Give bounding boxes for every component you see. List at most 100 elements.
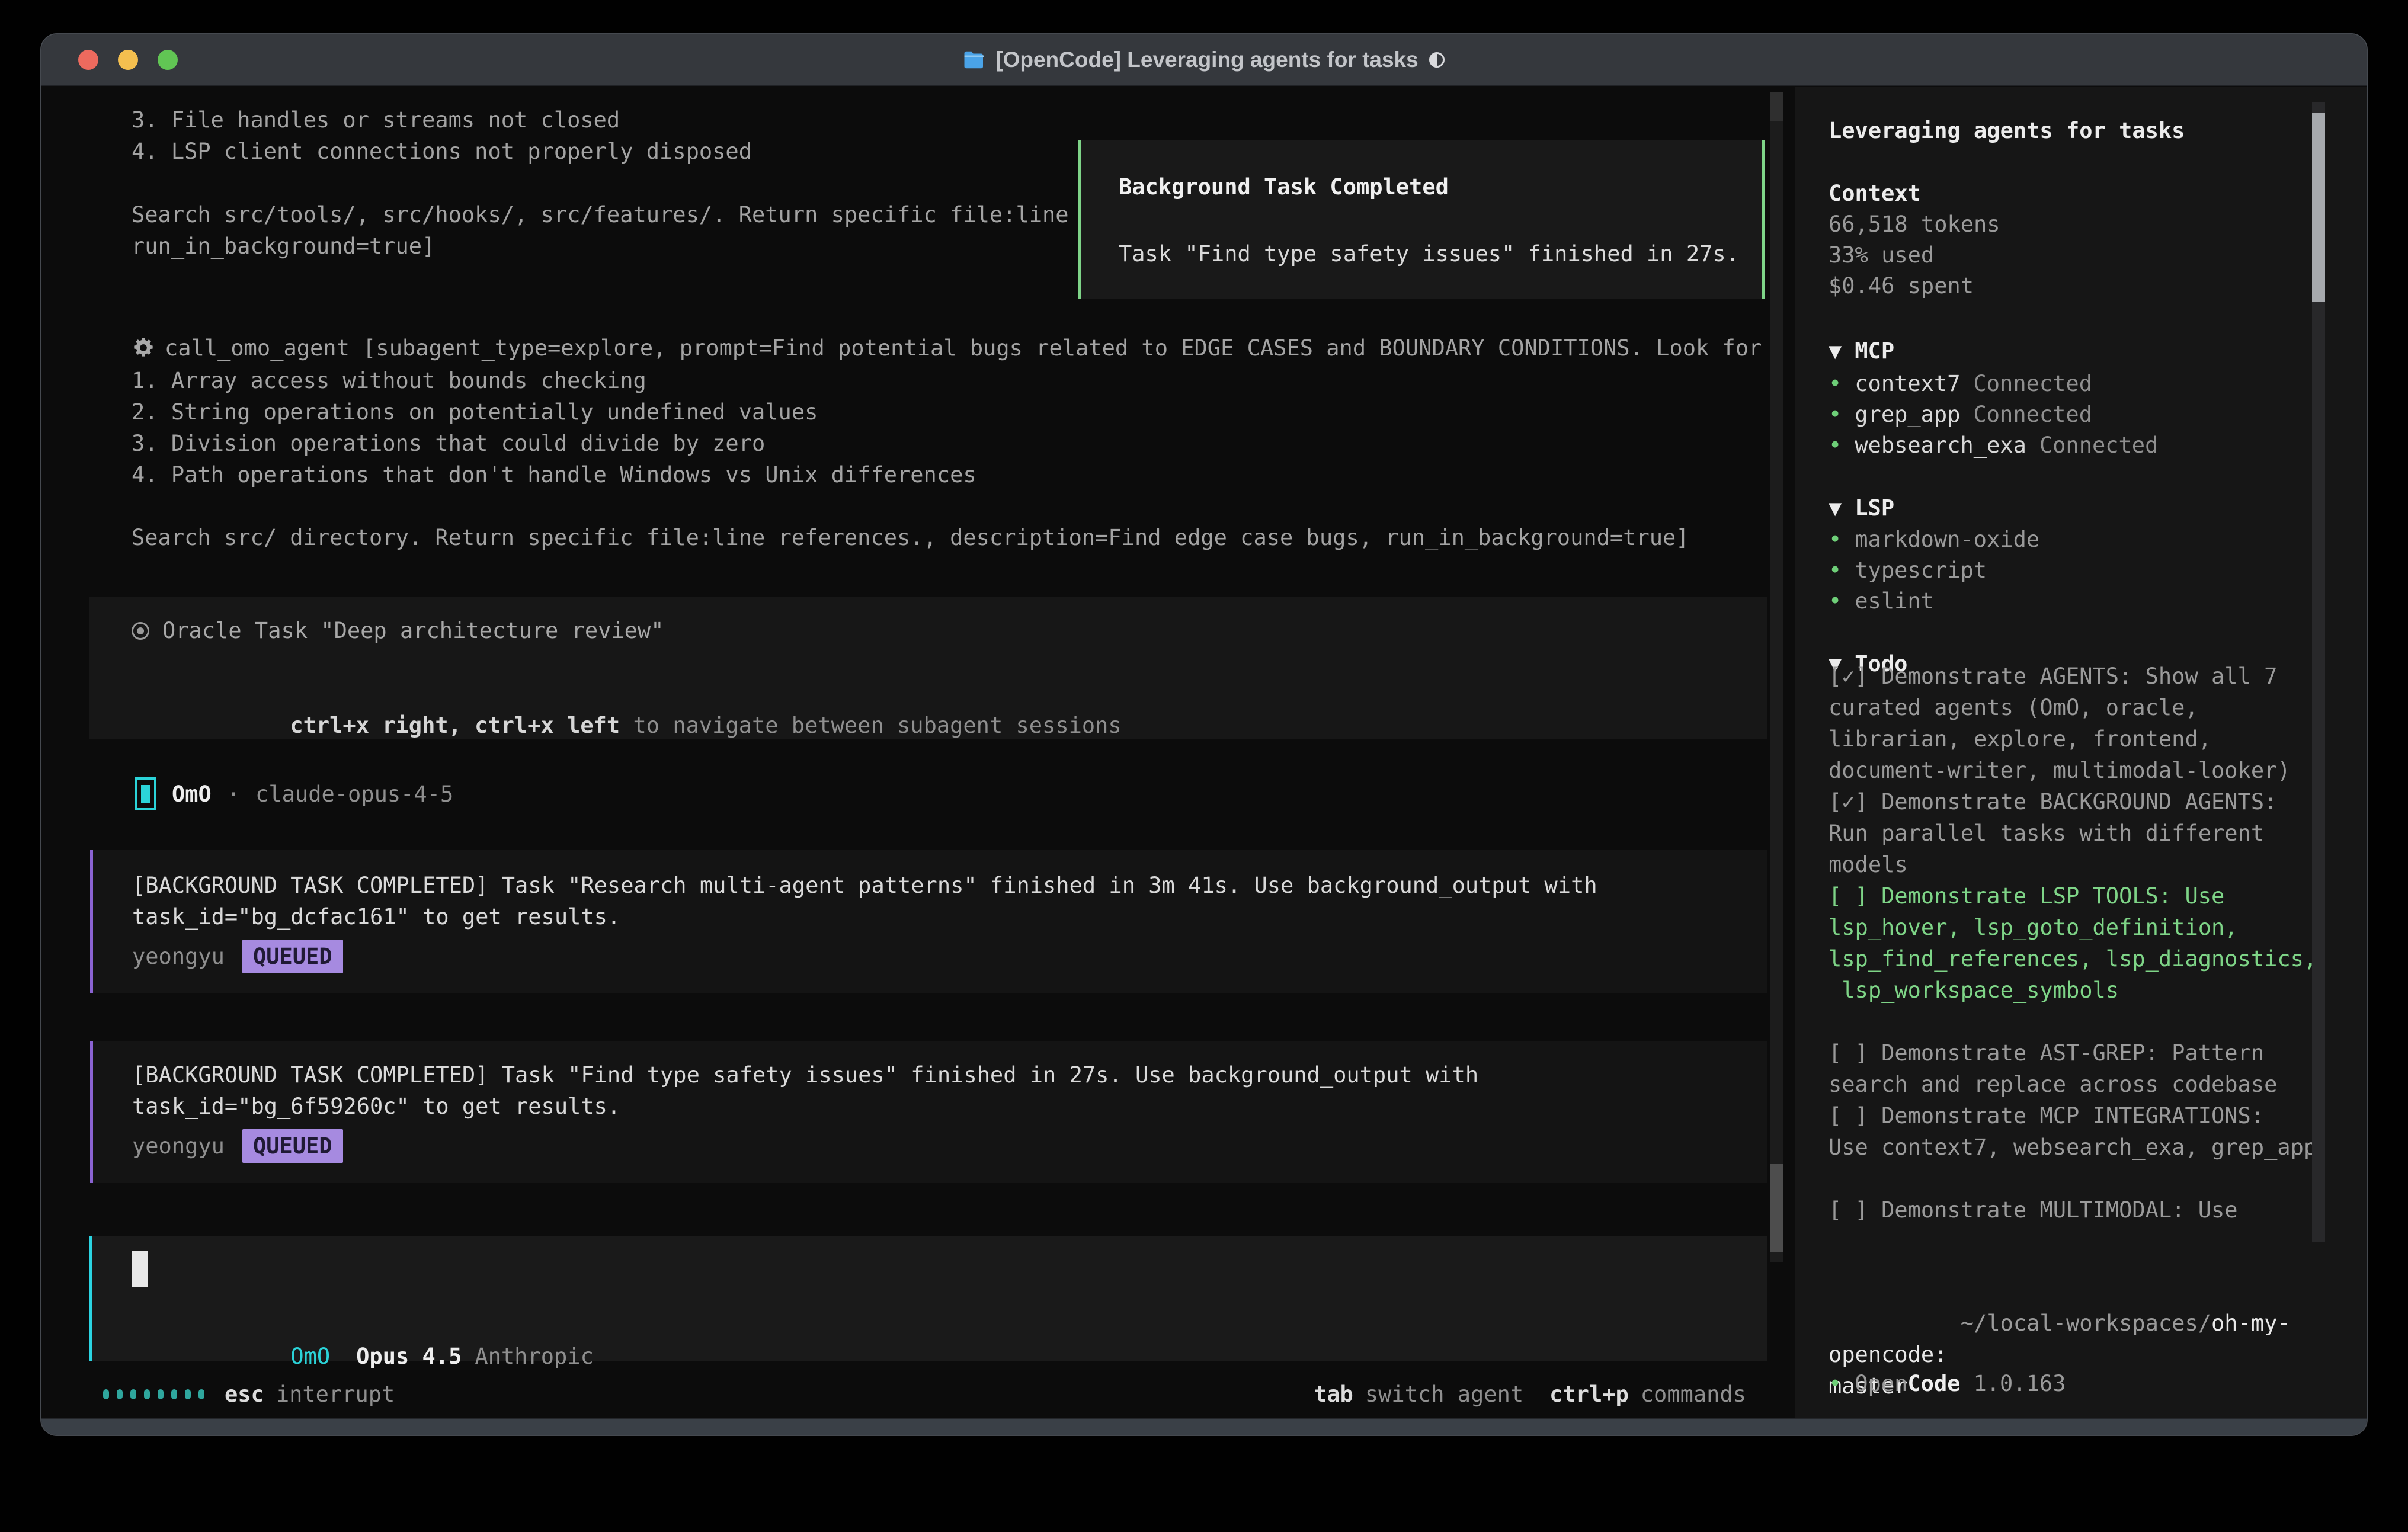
task-user: yeongyu: [132, 941, 225, 972]
lsp-item: • markdown-oxide: [1829, 524, 2039, 555]
todo-item: [ ] Demonstrate MULTIMODAL: Use: [1829, 1194, 2320, 1226]
mcp-item: •context7Connected: [1829, 368, 2092, 399]
status-badge: QUEUED: [242, 1129, 343, 1163]
lsp-section-header[interactable]: ▼ LSP: [1829, 492, 1894, 524]
collapse-triangle-icon: ▼: [1829, 338, 1842, 364]
status-dot-icon: •: [1829, 557, 1842, 583]
lsp-name: eslint: [1855, 588, 1934, 614]
tool-call-footer: Search src/ directory. Return specific f…: [132, 522, 1689, 553]
agent-cursor-icon: [135, 777, 156, 810]
sidebar-scrollbar-thumb[interactable]: [2312, 113, 2325, 302]
todo-item: [✓] Demonstrate AGENTS: Show all 7 curat…: [1829, 661, 2320, 786]
agent-model: claude-opus-4-5: [255, 778, 453, 810]
app-version: 1.0.163: [1974, 1368, 2066, 1399]
prompt-input[interactable]: OmOOpus 4.5Anthropic: [89, 1236, 1767, 1361]
esc-key-hint: esc: [225, 1379, 264, 1410]
mcp-item: • websearch_exa Connected: [1829, 430, 2158, 461]
context-heading: Context: [1829, 178, 1921, 209]
scrollback-line: run_in_background=true]: [132, 230, 435, 262]
window-title: [OpenCode] Leveraging agents for tasks: [995, 47, 1418, 72]
commands-key-label: commands: [1641, 1379, 1746, 1410]
scrollback-line: Search src/tools/, src/hooks/, src/featu…: [132, 199, 1069, 230]
zoom-window-button[interactable]: [158, 50, 178, 70]
mcp-item: • grep_app Connected: [1829, 399, 2092, 430]
workspace-path: ~/local-workspaces/oh-my-opencode: maste…: [1829, 1276, 2326, 1433]
main-scrollbar-track[interactable]: [1770, 92, 1783, 1262]
main-scrollbar-thumb-top[interactable]: [1770, 92, 1783, 121]
mcp-section-header[interactable]: ▼ MCP: [1829, 335, 1894, 367]
task-user: yeongyu: [132, 1130, 225, 1162]
mcp-status: Connected: [2039, 432, 2158, 458]
tool-call-item: 1. Array access without bounds checking: [132, 365, 646, 396]
hint-keys: ctrl+x right, ctrl+x left: [290, 713, 620, 738]
context-used: 33% used: [1829, 239, 1934, 271]
window-titlebar: [OpenCode] Leveraging agents for tasks: [41, 34, 2367, 86]
session-sidebar: Leveraging agents for tasks Context 66,5…: [1795, 87, 2367, 1418]
oracle-task-card: Oracle Task "Deep architecture review" c…: [89, 597, 1767, 739]
context-tokens: 66,518 tokens: [1829, 209, 2000, 240]
mcp-name: grep_app: [1855, 402, 1960, 427]
background-task-toast: Background Task Completed Task "Find typ…: [1078, 140, 1765, 299]
statusbar-right: tab switch agent ctrl+p commands: [1314, 1379, 1746, 1410]
status-badge: QUEUED: [242, 940, 343, 973]
task-meta-row: yeongyu QUEUED: [132, 1129, 343, 1163]
lsp-item: • eslint: [1829, 585, 1934, 617]
window-title-group: [OpenCode] Leveraging agents for tasks: [963, 47, 1444, 72]
status-dot-icon: •: [1829, 588, 1842, 614]
agent-name: OmO: [172, 778, 212, 810]
half-circle-icon: [1429, 52, 1445, 68]
app-name-bold: Code: [1907, 1368, 1960, 1399]
tool-call-item: 3. Division operations that could divide…: [132, 428, 765, 459]
commands-key-hint: ctrl+p: [1549, 1379, 1629, 1410]
todo-item: [ ] Demonstrate MCP INTEGRATIONS: Use co…: [1829, 1100, 2320, 1163]
mcp-heading: MCP: [1855, 338, 1894, 364]
lsp-name: markdown-oxide: [1855, 527, 2039, 552]
fisheye-icon: [132, 622, 149, 640]
traffic-lights: [78, 34, 178, 85]
mcp-status: Connected: [1974, 402, 2092, 427]
todo-list: [✓] Demonstrate AGENTS: Show all 7 curat…: [1829, 661, 2320, 1226]
text-cursor: [132, 1251, 148, 1287]
hint-text: to navigate between subagent sessions: [620, 713, 1121, 738]
minimize-window-button[interactable]: [118, 50, 138, 70]
subagent-nav-hint: ctrl+x right, ctrl+x left to navigate be…: [132, 678, 1122, 773]
tab-key-hint: tab: [1314, 1379, 1353, 1410]
window-bottom-edge: [41, 1418, 2367, 1435]
window-body: 3. File handles or streams not closed 4.…: [41, 87, 2367, 1418]
mcp-name: websearch_exa: [1855, 432, 2026, 458]
chat-main-pane: 3. File handles or streams not closed 4.…: [41, 87, 1795, 1418]
task-meta-row: yeongyu QUEUED: [132, 940, 343, 973]
session-title: Leveraging agents for tasks: [1829, 115, 2185, 146]
lsp-name: typescript: [1855, 557, 1987, 583]
activity-spinner-dots: [103, 1389, 204, 1399]
mcp-status: Connected: [1974, 371, 2092, 396]
close-window-button[interactable]: [78, 50, 98, 70]
todo-item: [ ] Demonstrate AST-GREP: Pattern search…: [1829, 1037, 2320, 1100]
collapse-triangle-icon: ▼: [1829, 495, 1842, 521]
toast-body: Task "Find type safety issues" finished …: [1119, 238, 1739, 270]
input-provider-label: Anthropic: [475, 1344, 593, 1369]
sidebar-scrollbar-track[interactable]: [2312, 102, 2325, 1242]
workspace-prefix: ~/local-workspaces/: [1961, 1310, 2211, 1336]
status-dot-icon: •: [1829, 432, 1842, 458]
tool-call-item: 2. String operations on potentially unde…: [132, 396, 818, 428]
esc-key-label: interrupt: [276, 1379, 395, 1410]
agent-header: OmO · claude-opus-4-5: [135, 777, 453, 810]
lsp-heading: LSP: [1855, 495, 1894, 521]
scrollback-line: 3. File handles or streams not closed: [132, 104, 620, 136]
background-task-message: [BACKGROUND TASK COMPLETED] Task "Find t…: [90, 1041, 1767, 1183]
task-message-text: [BACKGROUND TASK COMPLETED] Task "Resear…: [132, 870, 1597, 932]
gear-icon: [132, 336, 155, 360]
tool-call-text: call_omo_agent [subagent_type=explore, p…: [165, 332, 1762, 364]
input-model-label: Opus 4.5: [356, 1344, 462, 1369]
lsp-item: • typescript: [1829, 555, 1987, 586]
todo-item: [ ] Demonstrate LSP TOOLS: Use lsp_hover…: [1829, 880, 2320, 1006]
oracle-task-title: Oracle Task "Deep architecture review": [162, 615, 664, 646]
todo-item: [✓] Demonstrate BACKGROUND AGENTS: Run p…: [1829, 786, 2320, 880]
main-scrollbar-thumb[interactable]: [1770, 1164, 1783, 1252]
app-version-row: • OpenCode 1.0.163: [1829, 1368, 2066, 1399]
status-dot-icon: •: [1829, 371, 1842, 396]
status-dot-icon: •: [1829, 527, 1842, 552]
background-task-message: [BACKGROUND TASK COMPLETED] Task "Resear…: [90, 850, 1767, 993]
status-dot-icon: •: [1829, 402, 1842, 427]
